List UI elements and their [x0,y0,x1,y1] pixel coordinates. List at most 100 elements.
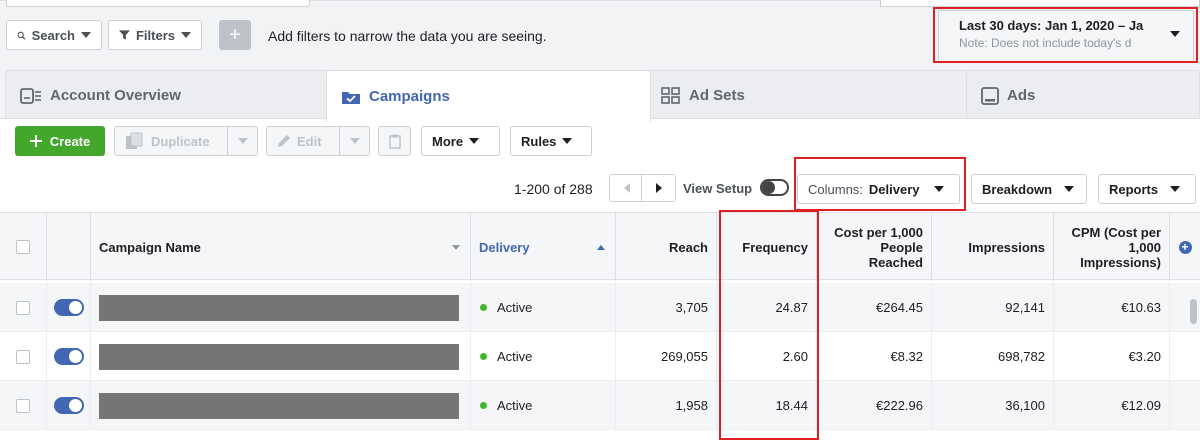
header-label: CPM (Cost per 1,000 Impressions) [1071,224,1161,270]
cost-per-1000-cell: €8.32 [817,332,932,381]
more-label: More [432,133,464,149]
campaign-toggle[interactable] [53,299,84,316]
delivery-cell: Active [471,381,616,430]
tab-campaigns[interactable]: Campaigns [326,70,651,122]
tab-label: Account Overview [50,87,181,104]
add-filter-button[interactable]: + [219,20,251,50]
next-page-button[interactable] [641,174,676,202]
column-header-campaign-name[interactable]: Campaign Name [91,213,471,281]
add-column-icon[interactable]: + [1178,240,1192,254]
chevron-down-icon [562,138,573,144]
column-header-cpm[interactable]: CPM (Cost per 1,000 Impressions) [1054,213,1170,281]
clipboard-button[interactable] [378,126,411,156]
reach-cell: 3,705 [616,283,717,332]
search-icon [17,31,26,40]
row-select-cell [0,283,47,332]
row-checkbox[interactable] [16,398,30,413]
more-button[interactable]: More [421,126,500,156]
pencil-icon [278,135,290,147]
redacted-campaign-name[interactable] [99,343,459,370]
column-header-cost-per-1000[interactable]: Cost per 1,000 People Reached [817,213,932,281]
clipboard-icon [388,134,401,149]
search-button[interactable]: Search [6,20,102,50]
breakdown-button[interactable]: Breakdown [971,174,1087,204]
chevron-down-icon [1064,186,1075,192]
tab-account-overview[interactable]: Account Overview [5,70,330,120]
tab-label: Ad Sets [689,87,745,104]
impressions-cell: 36,100 [932,381,1054,430]
delivery-cell: Active [471,283,616,332]
status-dot [480,402,487,409]
filter-bar: Search Filters + Add filters to narrow t… [0,0,1200,63]
account-overview-icon [20,87,41,104]
tab-label: Campaigns [369,88,450,105]
top-strip-right [880,0,1200,7]
ad-icon [981,86,999,105]
delivery-status: Active [497,349,533,364]
reports-button[interactable]: Reports [1098,174,1196,204]
chevron-down-icon [181,32,191,38]
view-setup-label: View Setup [683,181,753,196]
campaign-name-cell [91,283,471,332]
highlight-date-range [933,7,1198,63]
header-label: Impressions [968,239,1045,255]
top-strip-left [6,0,310,7]
redacted-campaign-name[interactable] [99,294,459,321]
edit-dropdown[interactable] [339,126,370,156]
filters-label: Filters [135,27,175,43]
view-setup-toggle[interactable] [760,179,789,196]
header-label: Campaign Name [99,239,201,255]
create-button[interactable]: Create [15,126,105,156]
cpm-cell: €12.09 [1054,381,1170,430]
duplicate-dropdown[interactable] [227,126,258,156]
rules-button[interactable]: Rules [510,126,592,156]
chevron-left-icon [623,183,630,193]
table-row: Active 269,055 2.60 €8.32 698,782 €3.20 [0,332,1200,381]
duplicate-button[interactable]: Duplicate [114,126,228,156]
chevron-down-icon [349,138,360,144]
column-header-impressions[interactable]: Impressions [932,213,1054,281]
highlight-columns [794,157,966,211]
delivery-status: Active [497,300,533,315]
campaign-name-cell [91,332,471,381]
tab-ads[interactable]: Ads [966,70,1200,120]
delivery-cell: Active [471,332,616,381]
rules-label: Rules [521,133,557,149]
campaign-toggle[interactable] [53,397,84,414]
select-all-checkbox[interactable] [16,240,30,254]
table-row: Active 3,705 24.87 €264.45 92,141 €10.63 [0,283,1200,332]
sort-icon [452,244,460,250]
filters-button[interactable]: Filters [108,20,202,50]
column-header-delivery[interactable]: Delivery [471,213,616,281]
table-header: Campaign Name Delivery Reach Frequency C… [0,212,1200,281]
reach-cell: 1,958 [616,381,717,430]
redacted-campaign-name[interactable] [99,392,459,419]
chevron-down-icon [81,32,91,38]
folder-check-icon [342,91,360,104]
header-label: Delivery [479,239,530,255]
select-all-cell [0,213,47,281]
duplicate-icon [126,132,143,149]
tab-label: Ads [1007,87,1036,104]
chevron-down-icon [1170,186,1181,192]
column-header-reach[interactable]: Reach [616,213,717,281]
row-checkbox[interactable] [16,300,30,315]
row-toggle-cell [47,332,91,381]
row-select-cell [0,332,47,381]
row-checkbox[interactable] [16,349,30,364]
campaign-toggle[interactable] [53,348,84,365]
cost-per-1000-cell: €222.96 [817,381,932,430]
prev-page-button[interactable] [609,174,644,202]
reach-cell: 269,055 [616,332,717,381]
header-label: Cost per 1,000 People Reached [834,224,923,270]
tab-ad-sets[interactable]: Ad Sets [646,70,971,120]
header-label: Reach [668,239,708,255]
plus-icon: + [229,23,241,46]
vertical-scrollbar[interactable] [1190,299,1197,324]
campaign-name-cell [91,381,471,430]
edit-label: Edit [297,133,322,149]
duplicate-label: Duplicate [151,133,210,149]
edit-button[interactable]: Edit [266,126,340,156]
chevron-down-icon [237,138,248,144]
sort-ascending-icon [597,244,605,250]
